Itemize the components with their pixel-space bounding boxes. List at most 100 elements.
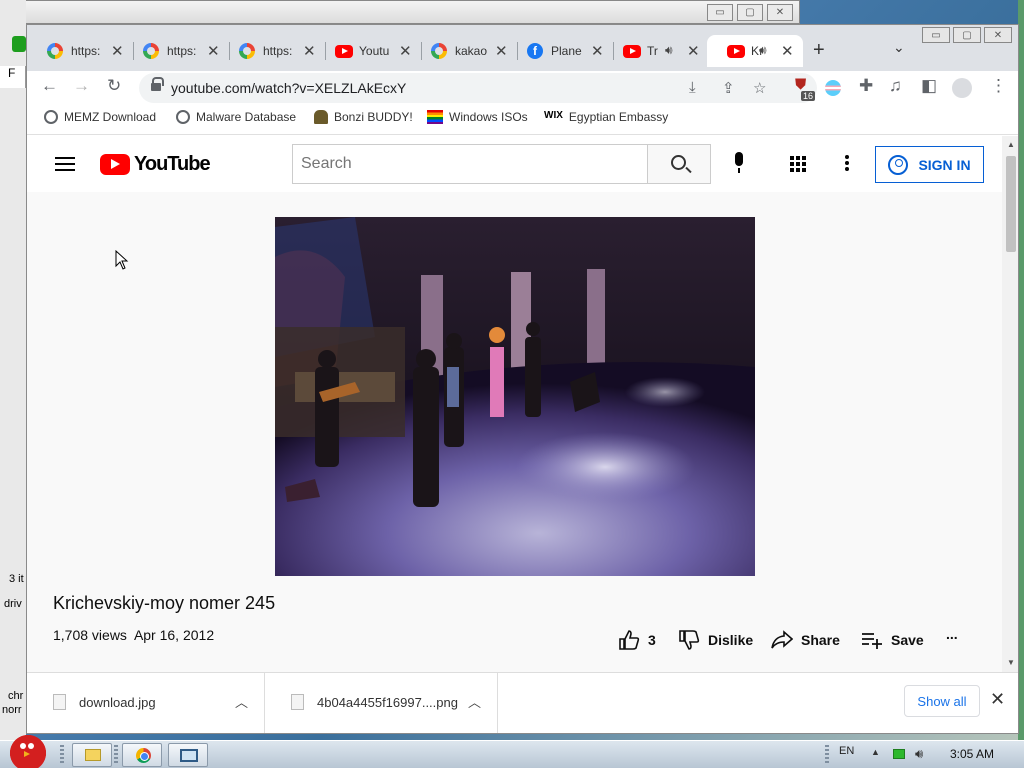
share-page-icon[interactable]: ⇪ [722, 79, 735, 97]
tab-label: Youtu [359, 44, 390, 58]
taskbar-chrome-button[interactable] [122, 743, 162, 767]
tab-4[interactable]: Youtu ✕ [315, 35, 411, 67]
close-tab-icon[interactable]: ✕ [495, 42, 507, 60]
search-input[interactable] [293, 145, 647, 183]
search-button[interactable] [647, 144, 711, 184]
settings-kebab-icon[interactable] [845, 155, 849, 173]
address-bar[interactable]: youtube.com/watch?v=XELZLAkEcxY ⤓ ⇪ ☆ [139, 73, 817, 103]
bg-maximize-button[interactable]: ▢ [737, 4, 763, 21]
bookmark-star-icon[interactable]: ☆ [753, 79, 766, 97]
tab-1[interactable]: https: ✕ [27, 35, 123, 67]
download-item-1[interactable]: download.jpg ︿ [27, 673, 265, 733]
install-app-icon[interactable]: ⤓ [689, 79, 696, 96]
show-all-downloads-button[interactable]: Show all [904, 685, 980, 717]
video-frame-concert-stage [275, 217, 755, 576]
back-arrow-icon[interactable]: ← [41, 76, 58, 96]
bg-minimize-button[interactable]: ▭ [707, 4, 733, 21]
close-window-button[interactable]: ✕ [984, 27, 1012, 43]
close-tab-icon[interactable]: ✕ [399, 42, 411, 60]
side-panel-icon[interactable]: ◧ [921, 76, 937, 96]
reload-icon[interactable]: ↻ [107, 76, 121, 96]
language-indicator[interactable]: EN [839, 745, 854, 757]
search-icon [671, 155, 686, 170]
youtube-logo[interactable]: YouTube [100, 153, 211, 176]
chevron-up-icon[interactable]: ︿ [468, 692, 481, 711]
desktop-icon-label-1: chr [8, 690, 24, 702]
background-window-left-edge [0, 0, 26, 740]
google-icon [431, 43, 447, 59]
page-scrollbar[interactable]: ▲ ▼ [1002, 136, 1018, 672]
minimize-button[interactable]: ▭ [922, 27, 950, 43]
sign-in-button[interactable]: SIGN IN [875, 146, 984, 183]
media-control-icon[interactable]: ♫ [889, 76, 902, 96]
chrome-menu-icon[interactable]: ⋮ [990, 76, 1007, 96]
scroll-up-arrow-icon[interactable]: ▲ [1007, 140, 1015, 149]
youtube-page: YouTube SIGN IN [27, 136, 1018, 672]
tab-label: https: [263, 44, 293, 58]
globe-icon [44, 110, 58, 124]
dislike-button[interactable]: Dislike [678, 630, 753, 650]
tray-expand-icon[interactable]: ▲ [871, 747, 880, 757]
tab-5[interactable]: kakao ✕ [411, 35, 507, 67]
flag-extension-icon[interactable] [825, 80, 841, 96]
system-clock[interactable]: 3:05 AM [950, 747, 994, 761]
close-tab-icon[interactable]: ✕ [591, 42, 603, 60]
close-download-bar-icon[interactable]: ✕ [990, 689, 1005, 710]
taskbar-window-button[interactable] [168, 743, 208, 767]
close-tab-icon[interactable]: ✕ [207, 42, 219, 60]
save-button[interactable]: Save [861, 630, 924, 650]
save-label: Save [891, 632, 924, 648]
folder-icon [85, 749, 101, 761]
bookmark-label: Malware Database [196, 110, 297, 124]
taskbar-explorer-button[interactable] [72, 743, 112, 767]
download-item-2[interactable]: 4b04a4455f16997....png ︿ [265, 673, 498, 733]
tab-active[interactable]: Kı 🔊︎ ✕ [707, 35, 803, 67]
menu-icon[interactable] [55, 157, 75, 171]
sign-in-label: SIGN IN [918, 156, 971, 173]
close-tab-icon[interactable]: ✕ [303, 42, 315, 60]
bookmark-memz[interactable]: MEMZ Download [44, 110, 156, 124]
close-tab-icon[interactable]: ✕ [781, 42, 794, 60]
search-box[interactable] [292, 144, 648, 184]
close-tab-icon[interactable]: ✕ [687, 42, 699, 60]
puzzle-extensions-icon[interactable]: ✚ [859, 76, 873, 96]
profile-avatar-icon[interactable] [952, 78, 972, 98]
tab-6[interactable]: f Plane ✕ [507, 35, 603, 67]
new-tab-button[interactable]: + [813, 39, 825, 62]
start-button-angry-bird-icon[interactable] [6, 729, 50, 768]
lock-icon[interactable] [151, 77, 164, 92]
close-tab-icon[interactable]: ✕ [111, 42, 123, 60]
volume-icon[interactable]: 🔊︎ [915, 746, 923, 762]
desktop-icon-label-2: norr [2, 704, 22, 716]
restore-button[interactable]: ▢ [953, 27, 981, 43]
bookmark-windows-isos[interactable]: Windows ISOs [427, 110, 528, 124]
audio-playing-icon[interactable]: 🔊︎ [759, 43, 767, 58]
tab-3[interactable]: https: ✕ [219, 35, 315, 67]
share-label: Share [801, 632, 840, 648]
chevron-up-icon[interactable]: ︿ [235, 692, 248, 711]
bookmark-malware-db[interactable]: Malware Database [176, 110, 296, 124]
network-icon[interactable] [893, 749, 905, 759]
bg-close-button[interactable]: ✕ [767, 4, 793, 21]
scroll-down-arrow-icon[interactable]: ▼ [1007, 658, 1015, 667]
chrome-icon [136, 748, 151, 763]
apps-grid-icon[interactable] [790, 156, 806, 172]
forward-arrow-icon[interactable]: → [73, 76, 90, 96]
tab-search-button[interactable]: ⌄ [893, 39, 905, 56]
microphone-icon[interactable] [732, 152, 746, 174]
bookmark-egyptian-embassy[interactable]: WIX Egyptian Embassy [544, 110, 668, 124]
google-icon [47, 43, 63, 59]
tab-7[interactable]: Tr 🔊︎ ✕ [603, 35, 699, 67]
browser-window: https: ✕ https: ✕ https: ✕ Youtu ✕ kakao… [26, 24, 1019, 734]
download-filename: download.jpg [79, 695, 156, 710]
tab-2[interactable]: https: ✕ [123, 35, 219, 67]
like-button[interactable]: 3 [618, 630, 656, 650]
more-actions-button[interactable]: ... [946, 626, 958, 642]
scrollbar-thumb[interactable] [1006, 156, 1016, 252]
share-arrow-icon [771, 630, 793, 649]
share-button[interactable]: Share [771, 630, 840, 650]
bookmark-bonzi[interactable]: Bonzi BUDDY! [314, 110, 413, 124]
video-player[interactable] [275, 217, 755, 576]
audio-playing-icon[interactable]: 🔊︎ [665, 43, 673, 58]
url-text[interactable]: youtube.com/watch?v=XELZLAkEcxY [171, 80, 406, 96]
